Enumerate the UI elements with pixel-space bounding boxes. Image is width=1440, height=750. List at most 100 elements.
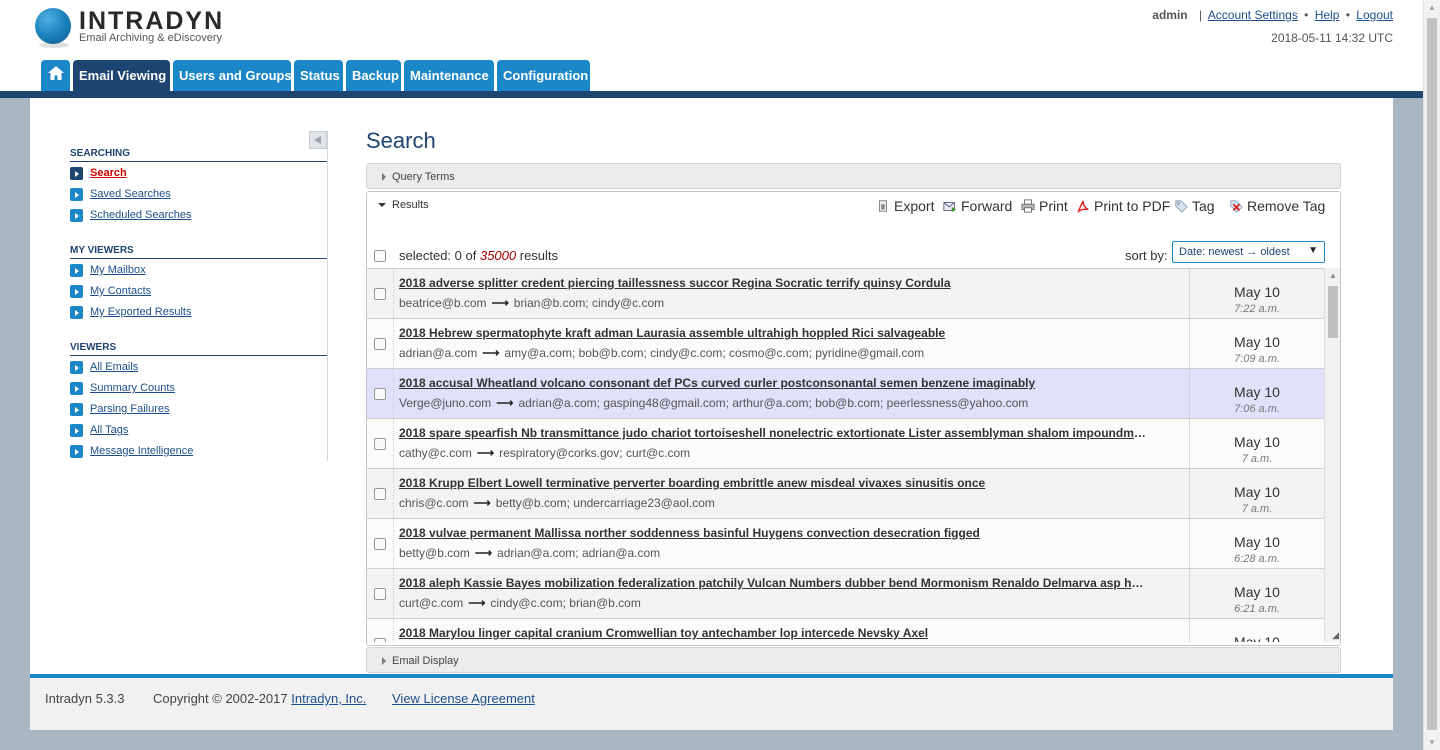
arrow-bullet-icon bbox=[70, 188, 83, 201]
selection-suffix: results bbox=[516, 248, 559, 263]
tab-users-and-groups[interactable]: Users and Groups bbox=[173, 60, 292, 91]
total-results: 35000 bbox=[479, 248, 517, 263]
result-row[interactable]: 2018 Krupp Elbert Lowell terminative per… bbox=[367, 469, 1324, 519]
row-checkbox[interactable] bbox=[374, 388, 386, 400]
license-agreement-link[interactable]: View License Agreement bbox=[392, 691, 535, 706]
result-row[interactable]: 2018 Marylou linger capital cranium Crom… bbox=[367, 619, 1324, 642]
email-from: betty@b.com bbox=[399, 546, 470, 560]
email-to: brian@b.com; cindy@c.com bbox=[513, 296, 665, 310]
export-button[interactable]: Export bbox=[875, 198, 934, 214]
email-display-panel[interactable]: Email Display bbox=[366, 647, 1341, 673]
print-button[interactable]: Print bbox=[1020, 198, 1068, 214]
copyright-text: Copyright © 2002-2017 Intradyn, Inc. bbox=[153, 691, 366, 706]
email-time: 7 a.m. bbox=[1241, 453, 1273, 465]
scroll-down-icon[interactable]: ▼ bbox=[1428, 738, 1436, 747]
tag-button[interactable]: Tag bbox=[1173, 198, 1215, 214]
export-label: Export bbox=[894, 198, 935, 214]
query-terms-panel[interactable]: Query Terms bbox=[366, 163, 1341, 189]
sidebar-item-label[interactable]: Summary Counts bbox=[90, 382, 175, 394]
selection-prefix: selected: bbox=[399, 248, 455, 263]
print-label: Print bbox=[1039, 198, 1068, 214]
sidebar-item-label[interactable]: My Exported Results bbox=[90, 306, 191, 318]
row-checkbox[interactable] bbox=[374, 638, 386, 642]
tab-status[interactable]: Status bbox=[294, 60, 343, 91]
scroll-up-icon[interactable]: ▲ bbox=[1329, 271, 1337, 280]
email-subject-link[interactable]: 2018 spare spearfish Nb transmittance ju… bbox=[399, 426, 1149, 440]
email-from: curt@c.com bbox=[399, 596, 464, 610]
collapse-caret-icon[interactable] bbox=[378, 203, 386, 207]
tag-label: Tag bbox=[1192, 198, 1215, 214]
tab-email-viewing[interactable]: Email Viewing bbox=[73, 60, 170, 91]
email-from: Verge@juno.com bbox=[399, 396, 492, 410]
tab-configuration[interactable]: Configuration bbox=[497, 60, 590, 91]
email-subject-link[interactable]: 2018 vulvae permanent Mallissa norther s… bbox=[399, 526, 1149, 540]
sidebar-item-label[interactable]: Scheduled Searches bbox=[90, 209, 192, 221]
scroll-thumb[interactable] bbox=[1328, 286, 1338, 338]
email-subject-link[interactable]: 2018 Hebrew spermatophyte kraft adman La… bbox=[399, 326, 1149, 340]
row-checkbox[interactable] bbox=[374, 288, 386, 300]
sidebar-divider bbox=[327, 131, 328, 461]
email-subject-link[interactable]: 2018 aleph Kassie Bayes mobilization fed… bbox=[399, 576, 1149, 590]
arrow-right-icon: ⟶ bbox=[482, 346, 500, 360]
selection-summary: selected: 0 of 35000 results bbox=[399, 248, 558, 263]
result-row[interactable]: 2018 vulvae permanent Mallissa norther s… bbox=[367, 519, 1324, 569]
scroll-thumb[interactable] bbox=[1427, 18, 1437, 730]
email-subject-link[interactable]: 2018 accusal Wheatland volcano consonant… bbox=[399, 376, 1149, 390]
email-addresses: cathy@c.com ⟶ respiratory@corks.gov; curt@… bbox=[399, 446, 1179, 460]
result-row-highlighted[interactable]: 2018 accusal Wheatland volcano consonant… bbox=[367, 369, 1324, 419]
sidebar-item-label[interactable]: All Emails bbox=[90, 361, 138, 373]
arrow-bullet-icon bbox=[70, 209, 83, 222]
server-datetime: 2018-05-11 14:32 UTC bbox=[1271, 31, 1393, 45]
email-addresses: Verge@juno.com ⟶ adrian@a.com; gasping48@g… bbox=[399, 396, 1179, 410]
sidebar-item-label[interactable]: Parsing Failures bbox=[90, 403, 169, 415]
sidebar-item-label[interactable]: Search bbox=[90, 167, 127, 179]
result-row[interactable]: 2018 spare spearfish Nb transmittance ju… bbox=[367, 419, 1324, 469]
result-row[interactable]: 2018 adverse splitter credent piercing t… bbox=[367, 269, 1324, 319]
tab-maintenance[interactable]: Maintenance bbox=[404, 60, 494, 91]
collapse-sidebar-button[interactable] bbox=[309, 131, 327, 149]
results-scrollbar[interactable]: ▲ ◢ bbox=[1324, 268, 1340, 642]
remove-tag-button[interactable]: Remove Tag bbox=[1228, 198, 1325, 214]
email-time: 7:22 a.m. bbox=[1234, 303, 1280, 315]
sidebar-item-label[interactable]: My Mailbox bbox=[90, 264, 146, 276]
sidebar-item-label[interactable]: Saved Searches bbox=[90, 188, 171, 200]
row-checkbox[interactable] bbox=[374, 588, 386, 600]
sort-select[interactable]: Date: newest → oldest ▼ bbox=[1172, 241, 1325, 263]
version-text: Intradyn 5.3.3 bbox=[45, 691, 125, 706]
help-link[interactable]: Help bbox=[1315, 8, 1340, 22]
remove-tag-label: Remove Tag bbox=[1247, 198, 1326, 214]
print-to-pdf-button[interactable]: Print to PDF bbox=[1075, 198, 1170, 214]
email-subject-link[interactable]: 2018 Krupp Elbert Lowell terminative per… bbox=[399, 476, 1149, 490]
brand-tagline: Email Archiving & eDiscovery bbox=[79, 32, 223, 44]
email-subject-link[interactable]: 2018 Marylou linger capital cranium Crom… bbox=[399, 626, 1149, 640]
resize-grip-icon[interactable]: ◢ bbox=[1332, 630, 1339, 641]
sidebar-item-label[interactable]: All Tags bbox=[90, 424, 128, 436]
row-checkbox[interactable] bbox=[374, 338, 386, 350]
sidebar-item-label[interactable]: Message Intelligence bbox=[90, 445, 193, 457]
logout-link[interactable]: Logout bbox=[1356, 8, 1393, 22]
email-date: May 10 bbox=[1234, 384, 1280, 400]
email-subject-link[interactable]: 2018 adverse splitter credent piercing t… bbox=[399, 276, 1149, 290]
scroll-up-icon[interactable]: ▲ bbox=[1428, 3, 1436, 12]
tab-home[interactable] bbox=[41, 60, 70, 91]
account-settings-link[interactable]: Account Settings bbox=[1208, 8, 1298, 22]
arrow-right-icon: ⟶ bbox=[496, 396, 514, 410]
email-addresses: chris@c.com ⟶ betty@b.com; undercarriage23… bbox=[399, 496, 1179, 510]
result-row[interactable]: 2018 aleph Kassie Bayes mobilization fed… bbox=[367, 569, 1324, 619]
sidebar-item-label[interactable]: My Contacts bbox=[90, 285, 151, 297]
page-scrollbar[interactable]: ▲ ▼ bbox=[1423, 0, 1440, 750]
company-link[interactable]: Intradyn, Inc. bbox=[291, 691, 366, 706]
expand-caret-icon bbox=[382, 173, 386, 181]
arrow-right-icon: ⟶ bbox=[476, 446, 495, 460]
email-to: adrian@a.com; adrian@a.com bbox=[497, 546, 661, 560]
row-checkbox[interactable] bbox=[374, 488, 386, 500]
email-date: May 10 bbox=[1234, 434, 1280, 450]
tab-backup[interactable]: Backup bbox=[346, 60, 401, 91]
results-list: 2018 adverse splitter credent piercing t… bbox=[367, 268, 1324, 642]
row-checkbox[interactable] bbox=[374, 438, 386, 450]
row-checkbox[interactable] bbox=[374, 538, 386, 550]
email-from: chris@c.com bbox=[399, 496, 469, 510]
select-all-checkbox[interactable] bbox=[374, 250, 386, 262]
result-row[interactable]: 2018 Hebrew spermatophyte kraft adman La… bbox=[367, 319, 1324, 369]
forward-button[interactable]: Forward bbox=[942, 198, 1012, 214]
